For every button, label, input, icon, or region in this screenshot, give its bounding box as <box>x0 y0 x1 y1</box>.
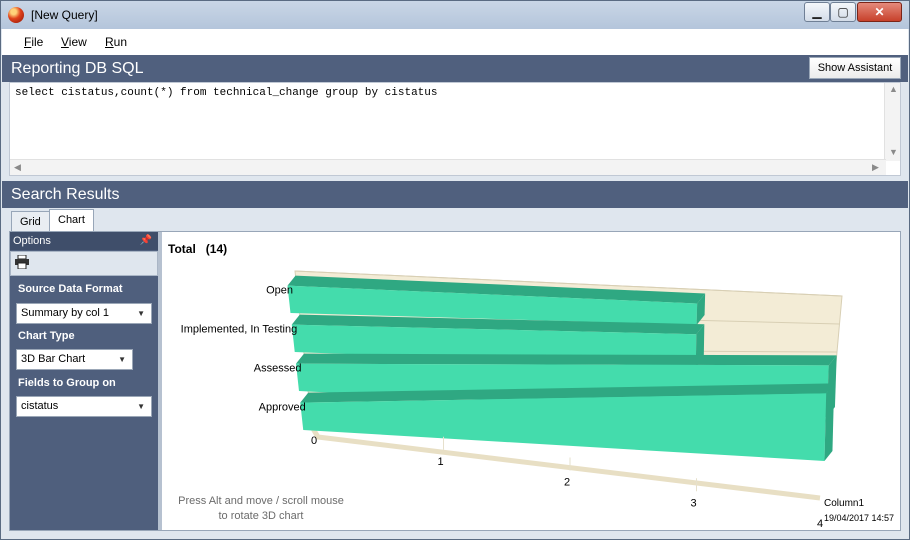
category-label-4: Approved <box>259 401 306 413</box>
scroll-up-icon[interactable]: ▲ <box>889 84 898 94</box>
category-label-1: Open <box>266 284 293 296</box>
app-window: [New Query] ▁ ▢ ✕ File View Run Reportin… <box>0 0 910 540</box>
scroll-left-icon[interactable]: ◀ <box>14 162 21 173</box>
options-toolbar <box>10 251 158 276</box>
tab-grid[interactable]: Grid <box>11 211 50 233</box>
menu-file[interactable]: File <box>24 35 43 49</box>
x-tick-label-4: 4 <box>817 518 823 530</box>
category-label-3: Assessed <box>254 362 302 374</box>
chart-timestamp: 19/04/2017 14:57 <box>824 513 895 523</box>
tab-chart[interactable]: Chart <box>49 209 94 233</box>
rotate-hint: Press Alt and move / scroll mouse to rot… <box>178 495 344 522</box>
bar-4 <box>300 393 827 461</box>
fields-to-group-select[interactable]: cistatus ▼ <box>16 396 152 417</box>
options-panel: Options 📌 Source Data Format Summary by … <box>10 232 158 530</box>
category-label-2: Implemented, In Testing <box>181 323 298 335</box>
source-data-format-select[interactable]: Summary by col 1 ▼ <box>16 303 152 324</box>
sql-query-text[interactable]: select cistatus,count(*) from technical_… <box>15 87 437 99</box>
options-title: Options <box>13 235 51 247</box>
sql-section-title: Reporting DB SQL <box>11 60 144 77</box>
menu-bar: File View Run <box>2 29 908 55</box>
scroll-down-icon[interactable]: ▼ <box>889 147 898 157</box>
title-bar: [New Query] ▁ ▢ ✕ <box>1 1 909 29</box>
close-button[interactable]: ✕ <box>857 2 902 22</box>
x-tick-label-1: 1 <box>437 456 443 468</box>
source-data-format-value: Summary by col 1 <box>21 307 110 319</box>
sql-vertical-scrollbar[interactable]: ▲ ▼ <box>884 83 900 161</box>
chevron-down-icon: ▼ <box>137 402 145 411</box>
x-tick-label-2: 2 <box>564 477 570 489</box>
chevron-down-icon: ▼ <box>118 355 126 364</box>
print-icon[interactable] <box>14 255 30 269</box>
sql-editor[interactable]: select cistatus,count(*) from technical_… <box>9 82 901 176</box>
minimize-button[interactable]: ▁ <box>804 2 830 22</box>
app-logo-icon <box>8 7 24 23</box>
chevron-down-icon: ▼ <box>137 309 145 318</box>
x-tick-label-0: 0 <box>311 435 317 447</box>
sql-section-header: Reporting DB SQL Show Assistant <box>2 55 908 82</box>
chart-panel[interactable]: Total (14) Open Implemented, In Testing As… <box>162 232 900 530</box>
chart-type-value: 3D Bar Chart <box>21 353 86 365</box>
maximize-button[interactable]: ▢ <box>830 2 856 22</box>
menu-run[interactable]: Run <box>105 35 127 49</box>
menu-view[interactable]: View <box>61 35 87 49</box>
bar-top-3 <box>296 353 837 366</box>
series-label: Column1 <box>824 498 865 509</box>
scroll-right-icon[interactable]: ▶ <box>872 162 879 173</box>
options-header: Options 📌 <box>10 232 158 250</box>
chart-type-label: Chart Type <box>18 330 75 342</box>
fields-to-group-label: Fields to Group on <box>18 377 116 389</box>
x-tick-label-3: 3 <box>690 497 696 509</box>
chart-type-select[interactable]: 3D Bar Chart ▼ <box>16 349 133 370</box>
source-data-format-label: Source Data Format <box>18 283 123 295</box>
fields-to-group-value: cistatus <box>21 400 59 412</box>
sql-horizontal-scrollbar[interactable]: ◀ ▶ <box>10 159 886 175</box>
pin-icon[interactable]: 📌 <box>140 232 152 250</box>
results-section-header: Search Results <box>2 181 908 208</box>
results-tabs: Grid Chart <box>2 208 908 233</box>
show-assistant-button[interactable]: Show Assistant <box>809 57 901 79</box>
window-title: [New Query] <box>31 8 98 22</box>
bar-chart[interactable]: Open Implemented, In Testing Assessed Appro… <box>162 232 900 530</box>
results-content: Options 📌 Source Data Format Summary by … <box>9 231 901 531</box>
results-section-title: Search Results <box>11 186 120 203</box>
